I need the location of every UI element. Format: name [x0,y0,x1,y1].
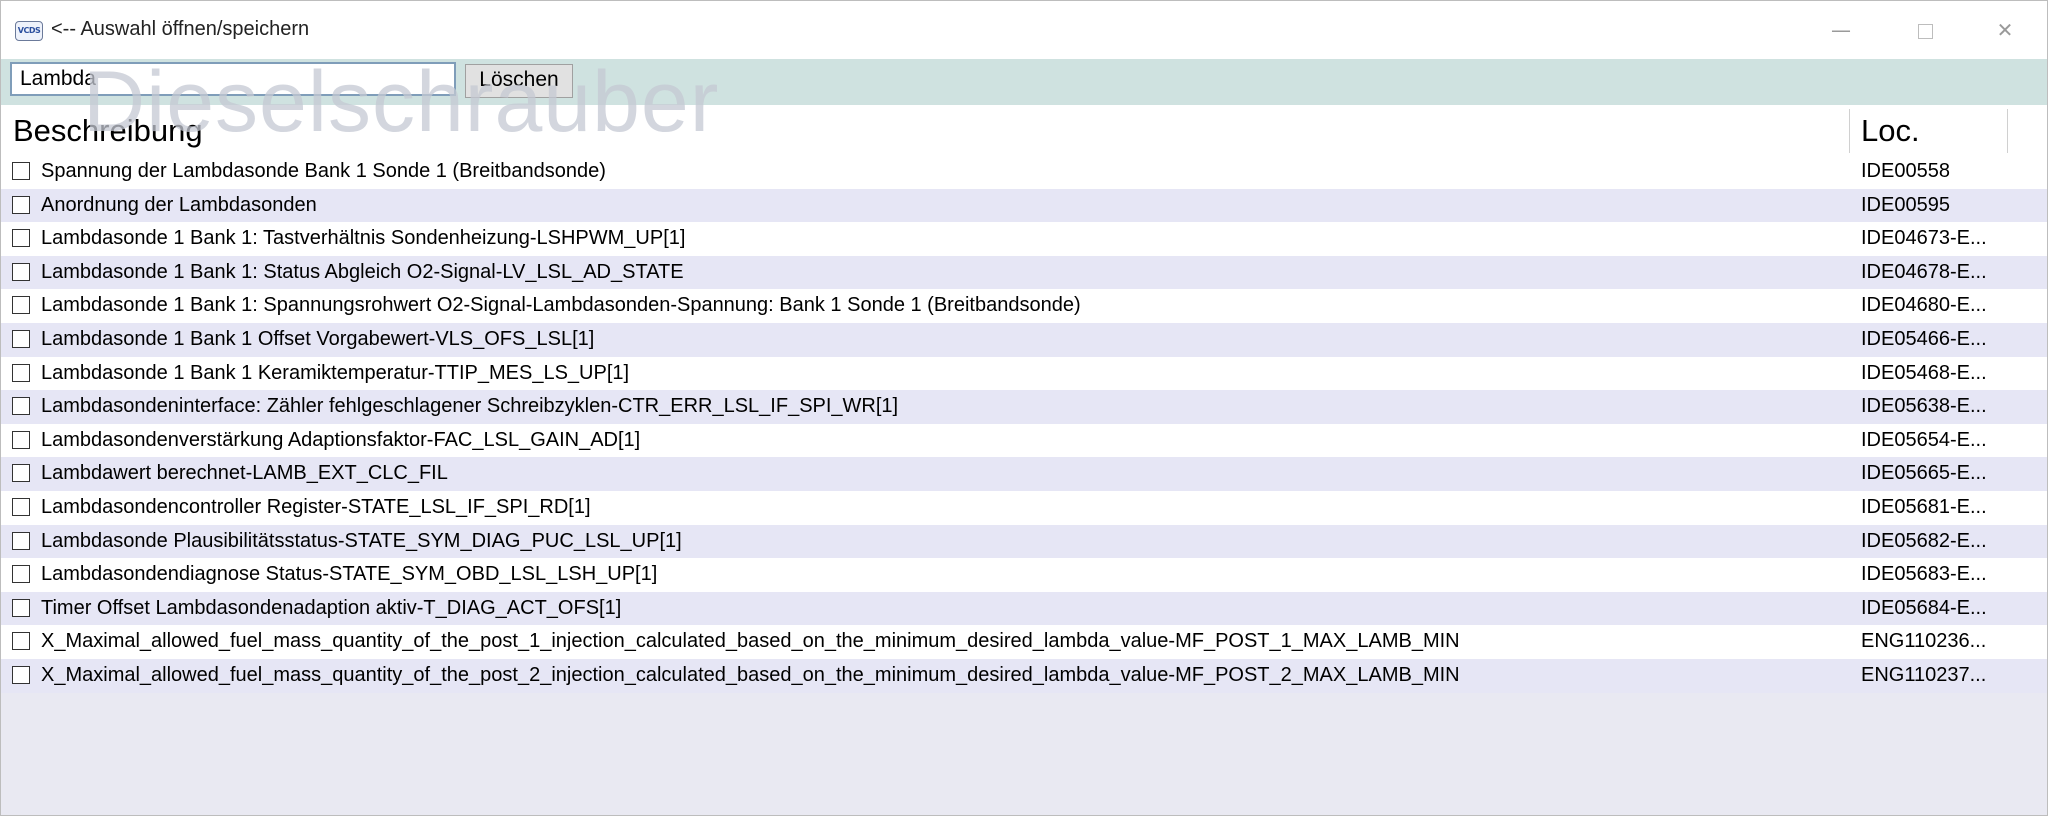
list-item[interactable]: Lambdasonde 1 Bank 1 Keramiktemperatur-T… [1,356,2047,391]
column-divider[interactable] [1849,109,1850,153]
row-location: IDE05684-E... [1861,596,1987,619]
row-description: Lambdasonde 1 Bank 1 Offset Vorgabewert-… [41,327,595,350]
maximize-button[interactable] [1883,1,1967,59]
row-description: Timer Offset Lambdasondenadaption aktiv-… [41,596,622,619]
row-checkbox[interactable] [12,296,30,315]
list-item[interactable]: Anordnung der Lambdasonden IDE00595 [1,188,2047,223]
row-checkbox[interactable] [12,598,30,617]
row-location: IDE05468-E... [1861,361,1987,384]
row-description: Lambdasonde 1 Bank 1: Spannungsrohwert O… [41,294,1081,317]
row-description: Lambdasonde Plausibilitätsstatus-STATE_S… [41,529,682,552]
list-item[interactable]: Lambdawert berechnet-LAMB_EXT_CLC_FIL IDE… [1,457,2047,491]
row-location: IDE04673-E... [1861,227,1987,250]
row-location: IDE00595 [1861,193,1950,216]
row-description: Lambdasondeninterface: Zähler fehlgeschl… [41,395,899,418]
row-checkbox[interactable] [12,195,30,214]
column-header-location[interactable]: Loc. [1861,113,1920,149]
row-checkbox[interactable] [12,430,30,449]
list-item[interactable]: Lambdasondenverstärkung Adaptionsfaktor-… [1,423,2047,458]
row-location: ENG110236... [1861,630,1987,653]
row-checkbox[interactable] [12,229,30,248]
row-location: IDE05638-E... [1861,395,1987,418]
row-location: IDE05654-E... [1861,428,1987,451]
list-item[interactable]: Timer Offset Lambdasondenadaption aktiv-… [1,591,2047,626]
row-checkbox[interactable] [12,363,30,382]
list-item[interactable]: Lambdasonde 1 Bank 1: Status Abgleich O2… [1,255,2047,290]
vcds-app-icon: VCDS [15,21,43,41]
list-item[interactable]: Lambdasonde 1 Bank 1: Spannungsrohwert O… [1,289,2047,323]
list-item[interactable]: Lambdasondeninterface: Zähler fehlgeschl… [1,390,2047,424]
list-item[interactable]: Lambdasondencontroller Register-STATE_LS… [1,490,2047,525]
row-description: X_Maximal_allowed_fuel_mass_quantity_of_… [41,663,1460,686]
row-checkbox[interactable] [12,565,30,584]
row-location: IDE04678-E... [1861,260,1987,283]
row-checkbox[interactable] [12,329,30,348]
list-item[interactable]: Lambdasonde Plausibilitätsstatus-STATE_S… [1,524,2047,559]
list-item[interactable]: X_Maximal_allowed_fuel_mass_quantity_of_… [1,625,2047,659]
row-checkbox[interactable] [12,665,30,684]
row-checkbox[interactable] [12,262,30,281]
list-item[interactable]: Lambdasondendiagnose Status-STATE_SYM_OB… [1,558,2047,592]
row-checkbox[interactable] [12,497,30,516]
list-item[interactable]: Lambdasonde 1 Bank 1: Tastverhältnis Son… [1,222,2047,256]
column-divider[interactable] [2007,109,2008,153]
row-location: IDE05682-E... [1861,529,1987,552]
row-checkbox[interactable] [12,162,30,180]
row-location: IDE05681-E... [1861,495,1987,518]
row-description: Lambdasonde 1 Bank 1 Keramiktemperatur-T… [41,361,630,384]
list-item[interactable]: Spannung der Lambdasonde Bank 1 Sonde 1 … [1,155,2047,189]
row-location: ENG110237... [1861,663,1987,686]
row-location: IDE05466-E... [1861,327,1987,350]
row-description: Lambdasonde 1 Bank 1: Status Abgleich O2… [41,260,684,283]
row-checkbox[interactable] [12,397,30,416]
row-description: Anordnung der Lambdasonden [41,193,317,216]
search-input[interactable] [10,62,456,96]
row-checkbox[interactable] [12,464,30,483]
title-bar[interactable]: VCDS <-- Auswahl öffnen/speichern — ✕ [1,1,2047,59]
selection-window: VCDS <-- Auswahl öffnen/speichern — ✕ Lö… [0,0,2048,816]
row-description: Lambdasondenverstärkung Adaptionsfaktor-… [41,428,641,451]
minimize-button[interactable]: — [1799,1,1883,59]
list-item[interactable]: Lambdasonde 1 Bank 1 Offset Vorgabewert-… [1,322,2047,357]
row-location: IDE00558 [1861,160,1950,182]
search-toolbar: Löschen [1,59,2047,105]
row-description: Lambdasonde 1 Bank 1: Tastverhältnis Son… [41,227,686,250]
row-description: Lambdasondencontroller Register-STATE_LS… [41,495,591,518]
row-checkbox[interactable] [12,632,30,651]
list-item[interactable]: X_Maximal_allowed_fuel_mass_quantity_of_… [1,658,2047,693]
clear-button[interactable]: Löschen [465,64,573,98]
row-location: IDE05665-E... [1861,462,1987,485]
row-description: Lambdawert berechnet-LAMB_EXT_CLC_FIL [41,462,448,485]
row-location: IDE05683-E... [1861,563,1987,586]
row-description: Lambdasondendiagnose Status-STATE_SYM_OB… [41,563,658,586]
row-description: Spannung der Lambdasonde Bank 1 Sonde 1 … [41,160,606,182]
column-header-description[interactable]: Beschreibung [13,113,203,149]
row-description: X_Maximal_allowed_fuel_mass_quantity_of_… [41,630,1460,653]
maximize-icon [1917,24,1933,39]
row-location: IDE04680-E... [1861,294,1987,317]
measurement-list: Spannung der Lambdasonde Bank 1 Sonde 1 … [1,155,2047,693]
close-button[interactable]: ✕ [1963,1,2047,59]
row-checkbox[interactable] [12,531,30,550]
window-title: <-- Auswahl öffnen/speichern [51,18,310,40]
list-header: Beschreibung Loc. [1,105,2047,155]
